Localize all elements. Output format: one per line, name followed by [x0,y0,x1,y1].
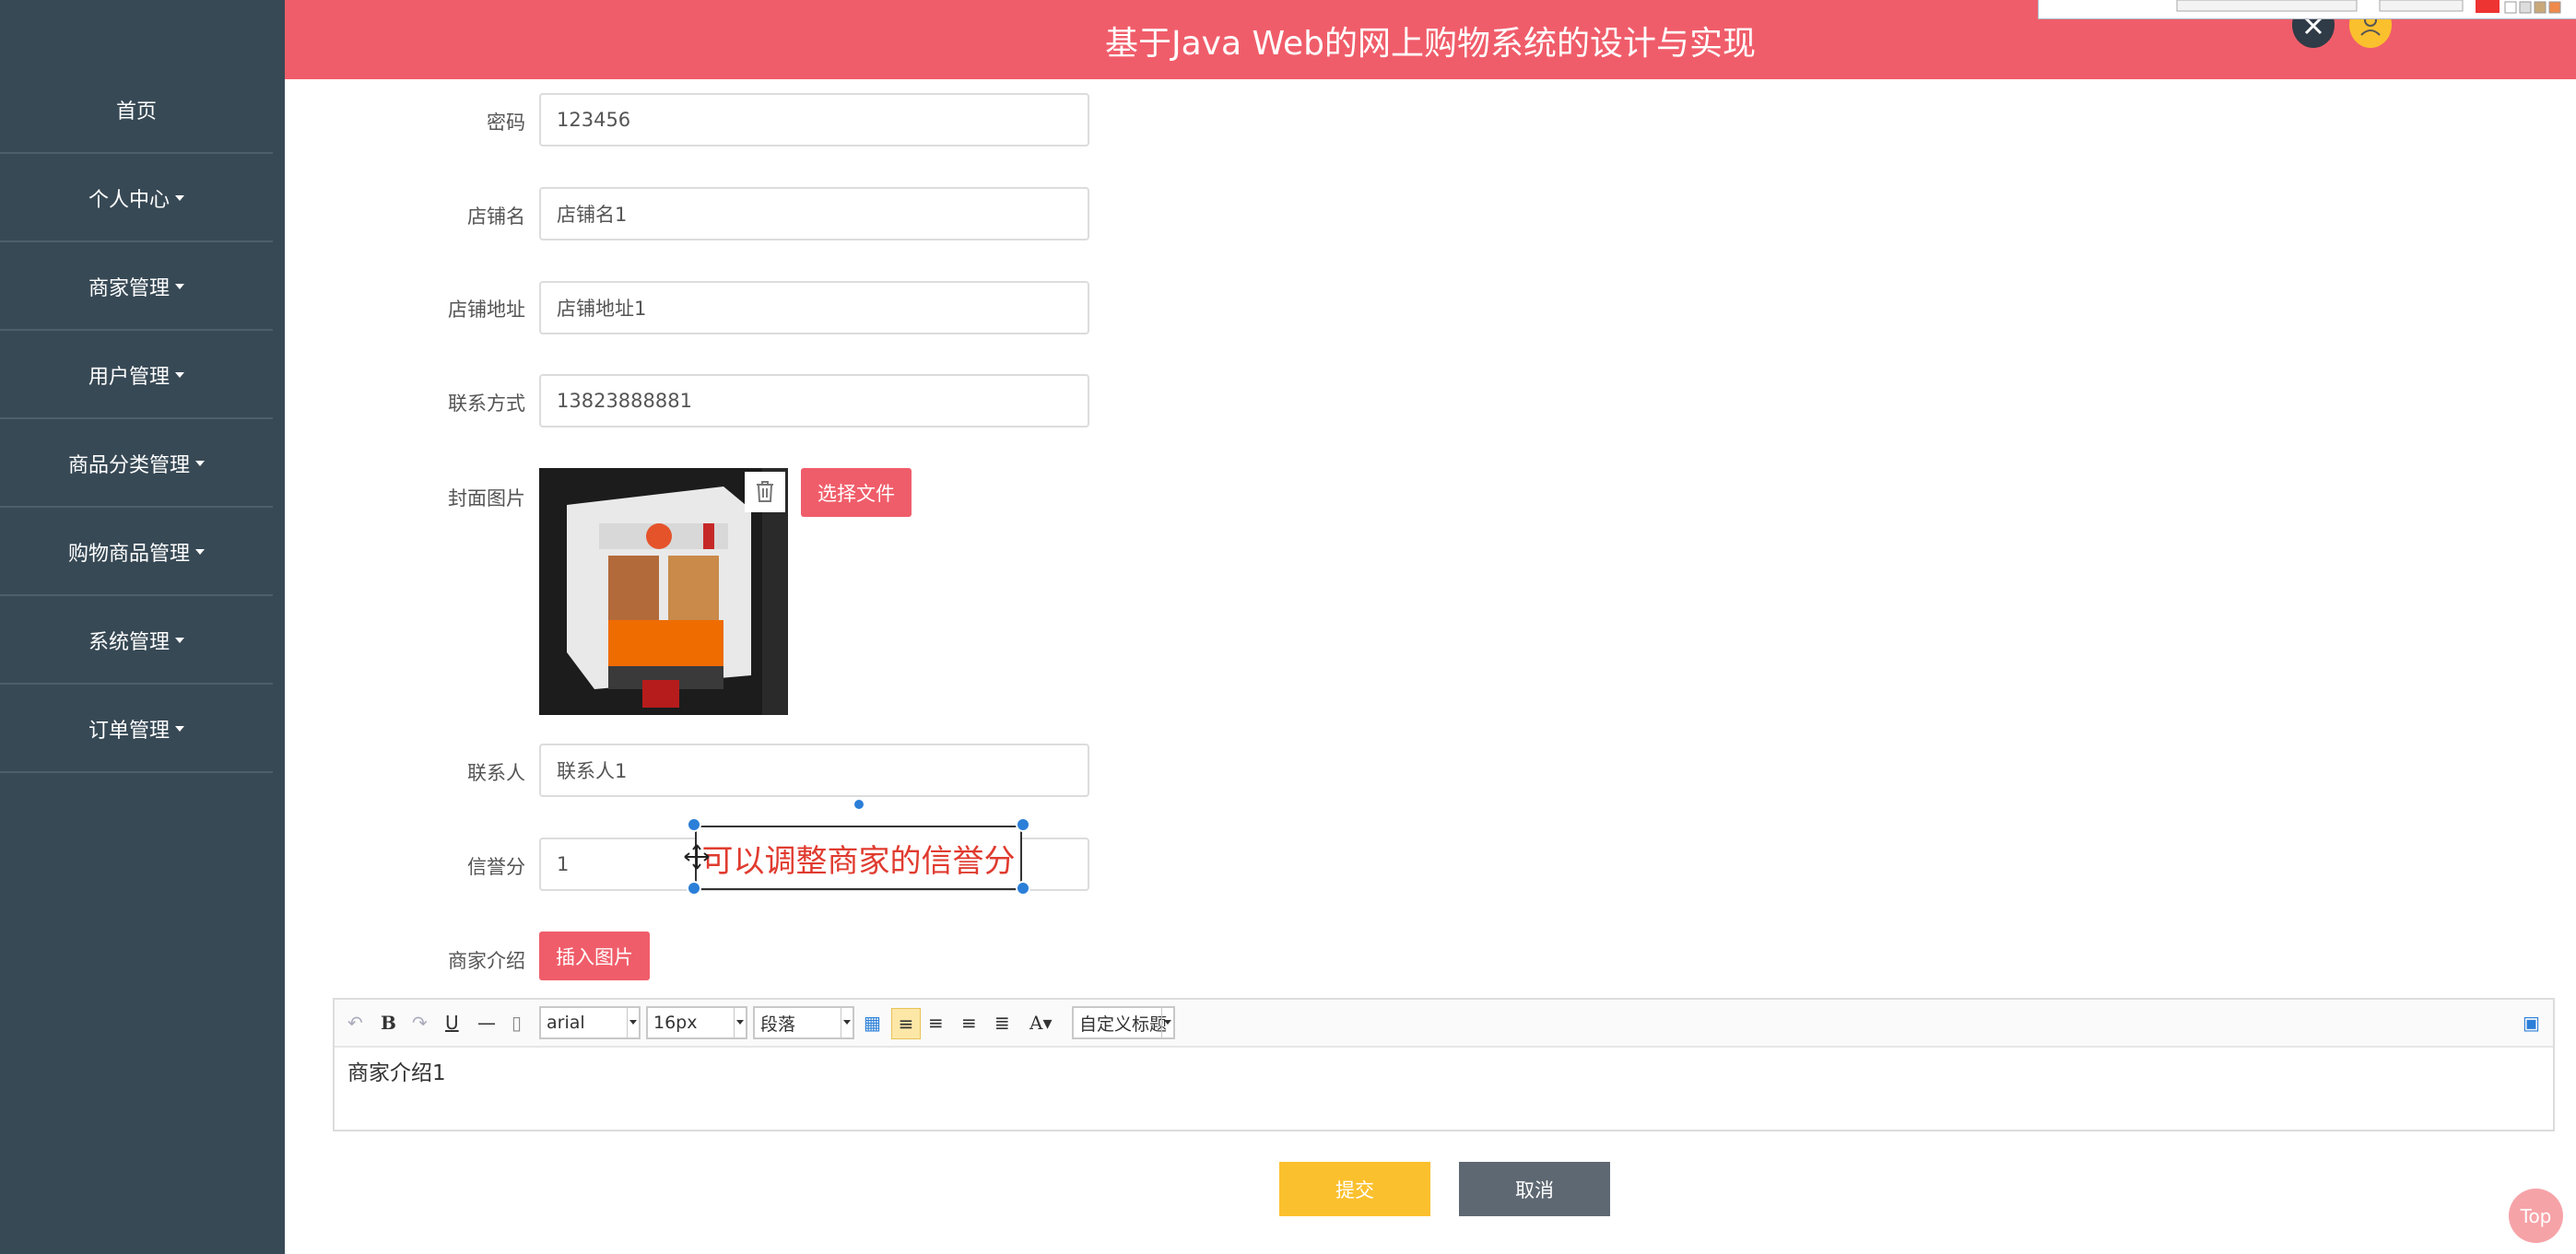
rotate-handle-icon[interactable] [853,798,865,811]
choose-file-button[interactable]: 选择文件 [801,468,912,517]
font-size-select[interactable]: 16px [646,1006,747,1039]
align-center-icon[interactable]: ≡ [961,1008,977,1037]
close-handle-icon[interactable] [1016,817,1030,832]
rich-text-editor[interactable]: ↶ B ↷ U — ▯ arial 16px 段落 ▦ ≡ ≡ ≡ ≣ A▾ 自… [333,998,2555,1131]
back-to-top-button[interactable]: Top [2509,1189,2563,1243]
font-color-icon[interactable]: A▾ [1029,1008,1052,1037]
sidebar-item-system-management[interactable]: 系统管理 [0,597,273,685]
delete-image-button[interactable] [745,472,785,512]
sidebar-item-label: 商家管理 [88,276,170,300]
resize-handle-icon[interactable] [687,881,701,896]
annotation-format-toolbar[interactable] [2038,0,2576,19]
sidebar-item-personal-center[interactable]: 个人中心 [0,155,273,242]
sidebar-item-label: 首页 [115,100,157,123]
contact-phone-label: 联系方式 [448,393,525,415]
chevron-down-icon [734,1008,746,1037]
annotation-textbox[interactable]: 可以调整商家的信誉分 [695,826,1022,890]
cover-image-label: 封面图片 [448,487,525,510]
sidebar-item-label: 订单管理 [88,719,170,743]
editor-toolbar: ↶ B ↷ U — ▯ arial 16px 段落 ▦ ≡ ≡ ≡ ≣ A▾ 自… [335,1000,2553,1048]
password-label: 密码 [487,111,525,134]
cancel-button[interactable]: 取消 [1459,1162,1610,1216]
resize-handle-icon[interactable] [1016,881,1030,896]
sidebar-item-user-management[interactable]: 用户管理 [0,332,273,419]
chevron-down-icon [1161,1008,1173,1037]
align-right-icon[interactable]: ≡ [928,1008,944,1037]
page-icon[interactable]: ▯ [512,1008,522,1037]
fullscreen-editor-icon[interactable]: ▣ [2523,1008,2540,1037]
undo-icon[interactable]: ↶ [347,1008,363,1037]
sidebar-item-label: 系统管理 [88,630,170,654]
shop-name-label: 店铺名 [467,205,525,228]
caret-down-icon [195,460,205,466]
insert-image-button[interactable]: 插入图片 [539,932,650,980]
align-left-icon[interactable]: ≡ [891,1008,921,1039]
redo-icon[interactable]: ↷ [412,1008,428,1037]
caret-down-icon [175,194,184,201]
resize-handle-icon[interactable] [687,817,701,832]
caret-down-icon [175,371,184,378]
caret-down-icon [175,637,184,643]
sidebar-item-label: 用户管理 [88,365,170,389]
editor-content[interactable]: 商家介绍1 [347,1055,446,1086]
sidebar-item-merchant-management[interactable]: 商家管理 [0,243,273,331]
sidebar-item-label: 商品分类管理 [67,453,190,477]
password-field[interactable]: 123456 [539,93,1089,146]
font-family-select[interactable]: arial [539,1006,641,1039]
shop-address-field[interactable]: 店铺地址1 [539,281,1089,334]
caret-down-icon [175,283,184,289]
sidebar-item-label: 购物商品管理 [67,542,190,566]
bold-icon[interactable]: B [381,1008,396,1037]
contact-person-field[interactable]: 联系人1 [539,744,1089,797]
page-title: 基于Java Web的网上购物系统的设计与实现 [1105,25,1756,63]
caret-down-icon [175,725,184,732]
table-icon[interactable]: ▦ [864,1008,881,1037]
shop-name-field[interactable]: 店铺名1 [539,187,1089,240]
align-justify-icon[interactable]: ≣ [994,1008,1010,1037]
paragraph-select[interactable]: 段落 [753,1006,854,1039]
format-toolbar-icons [2176,0,2561,14]
chevron-down-icon [841,1008,853,1037]
credit-score-label: 信誉分 [467,856,525,878]
sidebar-item-product-management[interactable]: 购物商品管理 [0,509,273,596]
move-cursor-icon [683,843,711,871]
sidebar-item-label: 个人中心 [88,188,170,212]
sidebar-item-order-management[interactable]: 订单管理 [0,686,273,773]
shop-address-label: 店铺地址 [448,299,525,321]
contact-phone-field[interactable]: 13823888881 [539,374,1089,428]
custom-heading-select[interactable]: 自定义标题 [1072,1006,1175,1039]
horizontal-rule-icon[interactable]: — [477,1008,496,1037]
sidebar-item-home[interactable]: 首页 [0,66,273,154]
intro-label: 商家介绍 [448,950,525,972]
contact-person-label: 联系人 [467,762,525,784]
caret-down-icon [195,548,205,555]
sidebar: 首页 个人中心 商家管理 用户管理 商品分类管理 购物商品管理 系统管理 订单管… [0,0,285,1254]
underline-icon[interactable]: U [445,1008,459,1037]
submit-button[interactable]: 提交 [1279,1162,1430,1216]
sidebar-item-category-management[interactable]: 商品分类管理 [0,420,273,508]
trash-icon [757,481,773,502]
chevron-down-icon [627,1008,639,1037]
